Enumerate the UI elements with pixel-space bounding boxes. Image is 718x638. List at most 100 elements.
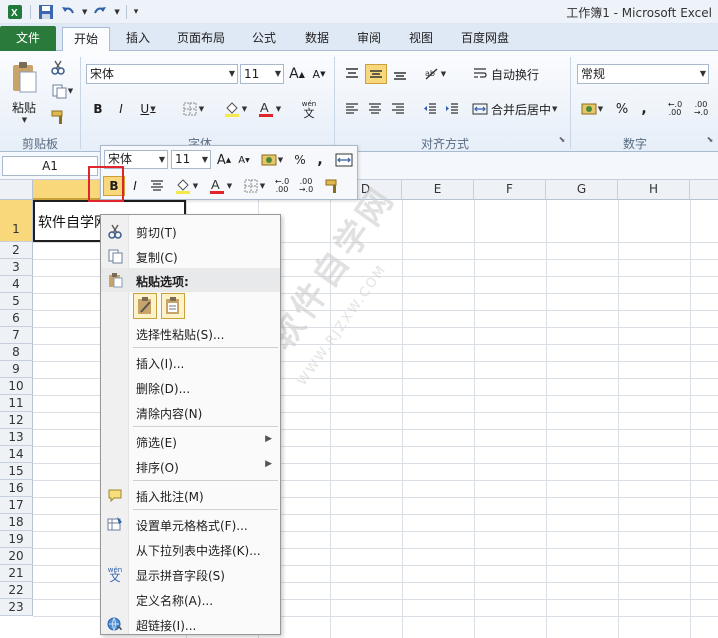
row-header[interactable]: 18 <box>0 514 33 531</box>
column-header-g[interactable]: G <box>546 180 618 200</box>
mini-format-painter-icon[interactable] <box>321 176 343 196</box>
row-header[interactable]: 12 <box>0 412 33 429</box>
wrap-text-button[interactable]: 自动换行 <box>472 64 548 84</box>
font-color-icon[interactable]: A ▼ <box>254 99 284 119</box>
column-header-h[interactable]: H <box>618 180 690 200</box>
row-header[interactable]: 2 <box>0 242 33 259</box>
decrease-decimal-icon[interactable]: .00 →.0 <box>690 99 712 119</box>
menu-item-insert-comment[interactable]: 插入批注(M) <box>101 483 280 507</box>
excel-logo-icon[interactable]: X <box>6 3 24 21</box>
tab-baidu-netdisk[interactable]: 百度网盘 <box>450 27 520 51</box>
row-header[interactable]: 8 <box>0 344 33 361</box>
dialog-launcher-icon[interactable]: ⬊ <box>704 133 716 145</box>
row-header[interactable]: 7 <box>0 327 33 344</box>
row-header[interactable]: 1 <box>0 200 33 242</box>
dialog-launcher-icon[interactable]: ⬊ <box>556 133 568 145</box>
row-header[interactable]: 6 <box>0 310 33 327</box>
tab-formulas[interactable]: 公式 <box>240 27 288 51</box>
font-name-combo[interactable]: 宋体 ▼ <box>86 64 238 84</box>
align-right-icon[interactable] <box>388 99 408 119</box>
comma-style-icon[interactable]: , <box>636 99 652 119</box>
tab-page-layout[interactable]: 页面布局 <box>167 27 235 51</box>
column-header-partial[interactable] <box>690 180 718 200</box>
align-middle-icon[interactable] <box>365 64 387 84</box>
mini-italic-button[interactable]: I <box>127 176 143 196</box>
row-header[interactable]: 22 <box>0 582 33 599</box>
orientation-icon[interactable]: ab ▼ <box>420 64 450 84</box>
shrink-font-icon[interactable]: A ▼ <box>310 64 328 84</box>
decrease-indent-icon[interactable] <box>420 99 440 119</box>
fill-color-icon[interactable]: ▼ <box>220 99 250 119</box>
row-header[interactable]: 4 <box>0 276 33 293</box>
row-header[interactable]: 3 <box>0 259 33 276</box>
column-header-f[interactable]: F <box>474 180 546 200</box>
select-all-corner[interactable] <box>0 180 33 200</box>
mini-font-size-combo[interactable]: 11 ▼ <box>171 150 211 169</box>
italic-button[interactable]: I <box>111 99 131 119</box>
column-header-e[interactable]: E <box>402 180 474 200</box>
row-header[interactable]: 13 <box>0 429 33 446</box>
tab-review[interactable]: 审阅 <box>345 27 393 51</box>
menu-item-copy[interactable]: 复制(C) <box>101 244 280 268</box>
menu-item-sort[interactable]: 排序(O) ▶ <box>101 454 280 478</box>
paste-button[interactable]: 粘贴 ▼ <box>6 57 42 127</box>
number-format-combo[interactable]: 常规 ▼ <box>577 64 709 84</box>
underline-button[interactable]: U ▼ <box>134 99 162 119</box>
menu-item-delete[interactable]: 删除(D)... <box>101 375 280 399</box>
row-header[interactable]: 19 <box>0 531 33 548</box>
font-size-combo[interactable]: 11 ▼ <box>240 64 284 84</box>
accounting-format-icon[interactable]: ▼ <box>577 99 607 119</box>
grow-font-icon[interactable]: A ▲ <box>288 64 306 84</box>
mini-merge-center-icon[interactable] <box>333 150 355 170</box>
redo-dropdown-icon[interactable]: ▼ <box>114 8 119 16</box>
menu-item-paste-special[interactable]: 选择性粘贴(S)... <box>101 321 280 345</box>
row-header[interactable]: 16 <box>0 480 33 497</box>
mini-fill-color-icon[interactable]: ▼ <box>171 176 201 196</box>
align-left-icon[interactable] <box>342 99 362 119</box>
menu-item-define-name[interactable]: 定义名称(A)... <box>101 587 280 611</box>
name-box[interactable]: A1 <box>2 156 98 176</box>
mini-increase-decimal-icon[interactable]: ←.0.00 <box>271 176 293 196</box>
mini-align-center-icon[interactable] <box>147 176 167 196</box>
menu-item-hyperlink[interactable]: 超链接(I)... <box>101 612 280 636</box>
customize-qat-icon[interactable]: ▾ <box>134 7 139 17</box>
cut-icon[interactable] <box>48 57 68 77</box>
menu-item-pick-from-list[interactable]: 从下拉列表中选择(K)... <box>101 537 280 561</box>
mini-font-color-icon[interactable]: A ▼ <box>205 176 235 196</box>
bold-button[interactable]: B <box>88 99 108 119</box>
row-header[interactable]: 23 <box>0 599 33 616</box>
row-header[interactable]: 14 <box>0 446 33 463</box>
tab-insert[interactable]: 插入 <box>114 27 162 51</box>
menu-item-format-cells[interactable]: 设置单元格格式(F)... <box>101 512 280 536</box>
mini-grow-font-icon[interactable]: A ▲ <box>215 150 233 170</box>
menu-item-filter[interactable]: 筛选(E) ▶ <box>101 429 280 453</box>
copy-icon[interactable]: ▼ <box>48 81 76 101</box>
mini-decrease-decimal-icon[interactable]: .00 →.0 <box>295 176 317 196</box>
mini-percent-icon[interactable]: % <box>291 150 309 170</box>
align-center-icon[interactable] <box>365 99 385 119</box>
row-header[interactable]: 10 <box>0 378 33 395</box>
tab-home[interactable]: 开始 <box>62 27 110 52</box>
mini-accounting-format-icon[interactable]: ▼ <box>257 150 287 170</box>
undo-icon[interactable] <box>59 3 77 21</box>
tab-file[interactable]: 文件 <box>0 26 56 51</box>
increase-indent-icon[interactable] <box>442 99 462 119</box>
row-header[interactable]: 11 <box>0 395 33 412</box>
align-bottom-icon[interactable] <box>390 64 410 84</box>
menu-item-cut[interactable]: 剪切(T) <box>101 219 280 243</box>
save-icon[interactable] <box>37 3 55 21</box>
percent-icon[interactable]: % <box>612 99 632 119</box>
borders-icon[interactable]: ▼ <box>178 99 208 119</box>
merge-center-button[interactable]: 合并后居中 ▼ <box>472 99 568 119</box>
menu-item-insert[interactable]: 插入(I)... <box>101 350 280 374</box>
tab-data[interactable]: 数据 <box>293 27 341 51</box>
row-header[interactable]: 5 <box>0 293 33 310</box>
paste-option-all-icon[interactable] <box>133 293 157 319</box>
phonetic-icon[interactable]: wén 文 <box>296 97 322 121</box>
redo-icon[interactable] <box>91 3 109 21</box>
mini-borders-icon[interactable]: ▼ <box>239 176 269 196</box>
menu-item-phonetic[interactable]: wén 文 显示拼音字段(S) <box>101 562 280 586</box>
menu-item-clear-contents[interactable]: 清除内容(N) <box>101 400 280 424</box>
paste-option-values-icon[interactable] <box>161 293 185 319</box>
undo-dropdown-icon[interactable]: ▼ <box>82 8 87 16</box>
